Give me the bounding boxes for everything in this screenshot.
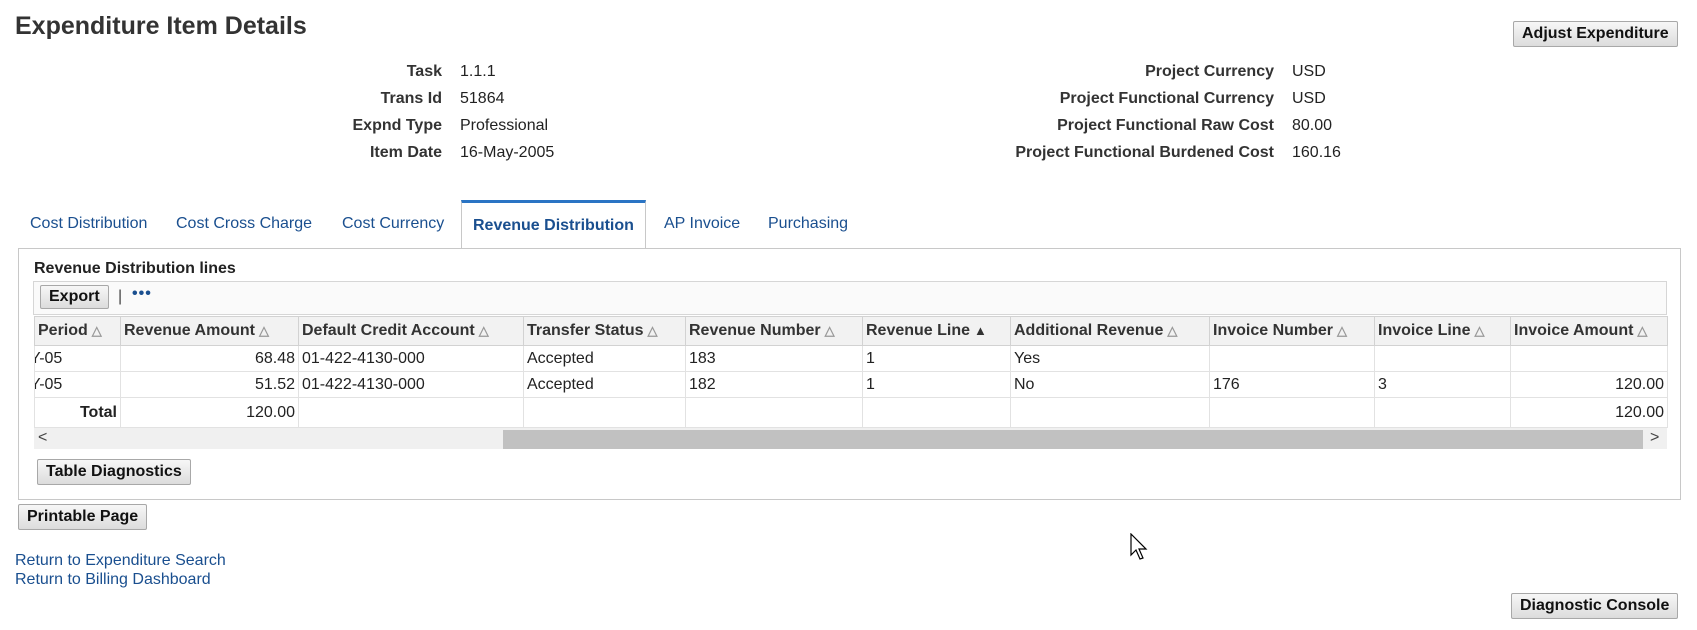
task-label: Task <box>406 63 442 80</box>
period-cell: Y-05 <box>34 345 121 372</box>
column-header-invoice-number[interactable]: Invoice Number △ <box>1209 316 1375 346</box>
table-row[interactable]: Y-05 68.48 01-422-4130-000 Accepted 183 … <box>34 345 1668 372</box>
diagnostic-console-button[interactable]: Diagnostic Console <box>1511 593 1679 619</box>
tab-ap-invoice[interactable]: AP Invoice <box>664 200 740 248</box>
expnd-type-value: Professional <box>460 117 549 134</box>
column-header-invoice-line[interactable]: Invoice Line △ <box>1374 316 1511 346</box>
column-header-revenue-amount[interactable]: Revenue Amount △ <box>120 316 299 346</box>
additional-revenue-cell: No <box>1010 371 1210 398</box>
raw-cost-value: 80.00 <box>1292 117 1333 134</box>
project-functional-currency-value: USD <box>1292 90 1326 107</box>
credit-account-cell: 01-422-4130-000 <box>298 345 524 372</box>
tab-purchasing[interactable]: Purchasing <box>768 200 848 248</box>
empty-cell <box>1010 397 1210 428</box>
empty-cell <box>523 397 686 428</box>
sort-icon[interactable]: △ <box>259 323 269 339</box>
invoice-number-cell <box>1209 345 1375 372</box>
empty-cell <box>298 397 524 428</box>
page-title: Expenditure Item Details <box>15 12 307 40</box>
transfer-status-cell: Accepted <box>523 371 686 398</box>
return-billing-dashboard-link[interactable]: Return to Billing Dashboard <box>15 571 211 589</box>
empty-cell <box>1374 397 1511 428</box>
sort-icon[interactable]: △ <box>1337 323 1347 339</box>
sort-icon[interactable]: △ <box>1474 323 1484 339</box>
revenue-number-cell: 183 <box>685 345 863 372</box>
raw-cost-label: Project Functional Raw Cost <box>1057 117 1274 134</box>
empty-cell <box>1209 397 1375 428</box>
mouse-pointer-icon <box>1130 533 1148 560</box>
sort-icon[interactable]: △ <box>479 323 489 339</box>
total-invoice-amount: 120.00 <box>1510 397 1668 428</box>
trans-id-value: 51864 <box>460 90 505 107</box>
panel-title: Revenue Distribution lines <box>34 260 236 277</box>
item-date-label: Item Date <box>369 144 442 161</box>
revenue-number-cell: 182 <box>685 371 863 398</box>
table-diagnostics-button[interactable]: Table Diagnostics <box>37 459 191 485</box>
scrollbar-thumb[interactable] <box>503 430 1643 449</box>
period-cell: Y-05 <box>34 371 121 398</box>
empty-cell <box>685 397 863 428</box>
column-header-default-credit-account[interactable]: Default Credit Account △ <box>298 316 524 346</box>
empty-cell <box>862 397 1011 428</box>
transfer-status-cell: Accepted <box>523 345 686 372</box>
toolbar-separator: | <box>118 288 123 305</box>
invoice-amount-cell <box>1510 345 1668 372</box>
column-header-invoice-amount[interactable]: Invoice Amount △ <box>1510 316 1668 346</box>
project-currency-label: Project Currency <box>1145 63 1274 80</box>
total-label: Total <box>34 397 121 428</box>
revenue-line-cell: 1 <box>862 371 1011 398</box>
tab-cost-cross-charge[interactable]: Cost Cross Charge <box>176 200 312 248</box>
total-revenue-amount: 120.00 <box>120 397 299 428</box>
scroll-left-icon[interactable]: < <box>38 429 47 447</box>
export-button[interactable]: Export <box>40 285 109 309</box>
table-total-row: Total 120.00 120.00 <box>34 397 1668 428</box>
expnd-type-label: Expnd Type <box>352 117 443 134</box>
column-header-revenue-line[interactable]: Revenue Line ▲ <box>862 316 1011 346</box>
more-actions-icon[interactable]: ••• <box>132 285 152 303</box>
scroll-right-icon[interactable]: > <box>1650 429 1659 447</box>
tab-revenue-distribution[interactable]: Revenue Distribution <box>461 200 646 249</box>
project-functional-currency-label: Project Functional Currency <box>1059 90 1274 107</box>
sort-icon[interactable]: △ <box>1637 323 1647 339</box>
sort-ascending-icon[interactable]: ▲ <box>974 323 987 338</box>
table-header-row: Period △ Revenue Amount △ Default Credit A… <box>34 316 1668 346</box>
column-header-transfer-status[interactable]: Transfer Status △ <box>523 316 686 346</box>
column-header-revenue-number[interactable]: Revenue Number △ <box>685 316 863 346</box>
adjust-expenditure-button[interactable]: Adjust Expenditure <box>1513 21 1678 47</box>
revenue-distribution-table: Period △ Revenue Amount △ Default Credit A… <box>34 316 1668 428</box>
column-header-additional-revenue[interactable]: Additional Revenue △ <box>1010 316 1210 346</box>
printable-page-button[interactable]: Printable Page <box>18 504 148 530</box>
item-date-value: 16-May-2005 <box>460 144 555 161</box>
sort-icon[interactable]: △ <box>647 323 657 339</box>
sort-icon[interactable]: △ <box>92 323 102 339</box>
credit-account-cell: 01-422-4130-000 <box>298 371 524 398</box>
sort-icon[interactable]: △ <box>825 323 835 339</box>
invoice-line-cell: 3 <box>1374 371 1511 398</box>
column-header-period[interactable]: Period △ <box>34 316 121 346</box>
tab-cost-currency[interactable]: Cost Currency <box>342 200 444 248</box>
burdened-cost-label: Project Functional Burdened Cost <box>1015 144 1274 161</box>
revenue-amount-cell: 68.48 <box>120 345 299 372</box>
trans-id-label: Trans Id <box>380 90 442 107</box>
return-expenditure-search-link[interactable]: Return to Expenditure Search <box>15 552 226 570</box>
table-row[interactable]: Y-05 51.52 01-422-4130-000 Accepted 182 … <box>34 371 1668 398</box>
table-toolbar <box>33 281 1667 315</box>
revenue-line-cell: 1 <box>862 345 1011 372</box>
additional-revenue-cell: Yes <box>1010 345 1210 372</box>
sort-icon[interactable]: △ <box>1167 323 1177 339</box>
invoice-amount-cell: 120.00 <box>1510 371 1668 398</box>
invoice-number-link[interactable]: 176 <box>1209 371 1375 398</box>
revenue-amount-cell: 51.52 <box>120 371 299 398</box>
invoice-line-cell <box>1374 345 1511 372</box>
project-currency-value: USD <box>1292 63 1326 80</box>
burdened-cost-value: 160.16 <box>1292 144 1341 161</box>
task-value: 1.1.1 <box>460 63 496 80</box>
tab-cost-distribution[interactable]: Cost Distribution <box>30 200 147 248</box>
